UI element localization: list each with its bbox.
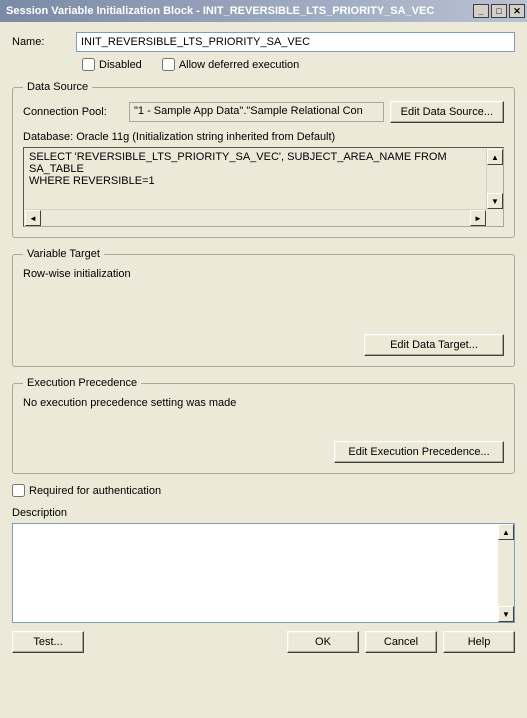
sql-area: SELECT 'REVERSIBLE_LTS_PRIORITY_SA_VEC',…: [23, 147, 504, 227]
help-button[interactable]: Help: [443, 631, 515, 653]
sql-text[interactable]: SELECT 'REVERSIBLE_LTS_PRIORITY_SA_VEC',…: [25, 149, 486, 209]
connection-pool-label: Connection Pool:: [23, 106, 123, 118]
variable-target-legend: Variable Target: [23, 248, 104, 260]
scroll-right-icon[interactable]: ►: [470, 210, 486, 226]
dialog-content: Name: Disabled Allow deferred execution …: [0, 22, 527, 661]
close-button[interactable]: ✕: [509, 4, 525, 18]
description-label: Description: [12, 507, 515, 519]
connection-pool-field: "1 - Sample App Data"."Sample Relational…: [129, 102, 384, 122]
minimize-button[interactable]: _: [473, 4, 489, 18]
name-input[interactable]: [76, 32, 515, 52]
cancel-button[interactable]: Cancel: [365, 631, 437, 653]
desc-scroll-up-icon[interactable]: ▲: [498, 524, 514, 540]
deferred-checkbox-wrap[interactable]: Allow deferred execution: [162, 58, 299, 71]
data-source-group: Data Source Connection Pool: "1 - Sample…: [12, 81, 515, 238]
execution-precedence-legend: Execution Precedence: [23, 377, 141, 389]
disabled-label: Disabled: [99, 59, 142, 71]
execution-precedence-body: No execution precedence setting was made: [23, 397, 504, 435]
data-source-legend: Data Source: [23, 81, 92, 93]
sql-vscroll[interactable]: ▲ ▼: [486, 149, 502, 209]
required-auth-label: Required for authentication: [29, 485, 161, 497]
name-label: Name:: [12, 36, 76, 48]
variable-target-body: Row-wise initialization: [23, 268, 504, 328]
variable-target-group: Variable Target Row-wise initialization …: [12, 248, 515, 367]
edit-data-source-button[interactable]: Edit Data Source...: [390, 101, 504, 123]
description-vscroll[interactable]: ▲ ▼: [498, 524, 514, 622]
database-label: Database: Oracle 11g (Initialization str…: [23, 131, 504, 143]
scroll-down-icon[interactable]: ▼: [487, 193, 503, 209]
scroll-left-icon[interactable]: ◄: [25, 210, 41, 226]
window-title: Session Variable Initialization Block - …: [6, 5, 471, 17]
disabled-checkbox[interactable]: [82, 58, 95, 71]
edit-execution-precedence-button[interactable]: Edit Execution Precedence...: [334, 441, 504, 463]
test-button[interactable]: Test...: [12, 631, 84, 653]
required-auth-checkbox[interactable]: [12, 484, 25, 497]
description-textarea[interactable]: ▲ ▼: [12, 523, 515, 623]
edit-data-target-button[interactable]: Edit Data Target...: [364, 334, 504, 356]
execution-precedence-group: Execution Precedence No execution preced…: [12, 377, 515, 474]
scroll-corner: [486, 209, 502, 225]
deferred-checkbox[interactable]: [162, 58, 175, 71]
desc-scroll-down-icon[interactable]: ▼: [498, 606, 514, 622]
maximize-button[interactable]: □: [491, 4, 507, 18]
deferred-label: Allow deferred execution: [179, 59, 299, 71]
titlebar: Session Variable Initialization Block - …: [0, 0, 527, 22]
sql-hscroll[interactable]: ◄ ►: [25, 209, 486, 225]
required-auth-wrap[interactable]: Required for authentication: [12, 484, 515, 497]
scroll-up-icon[interactable]: ▲: [487, 149, 503, 165]
ok-button[interactable]: OK: [287, 631, 359, 653]
disabled-checkbox-wrap[interactable]: Disabled: [82, 58, 142, 71]
